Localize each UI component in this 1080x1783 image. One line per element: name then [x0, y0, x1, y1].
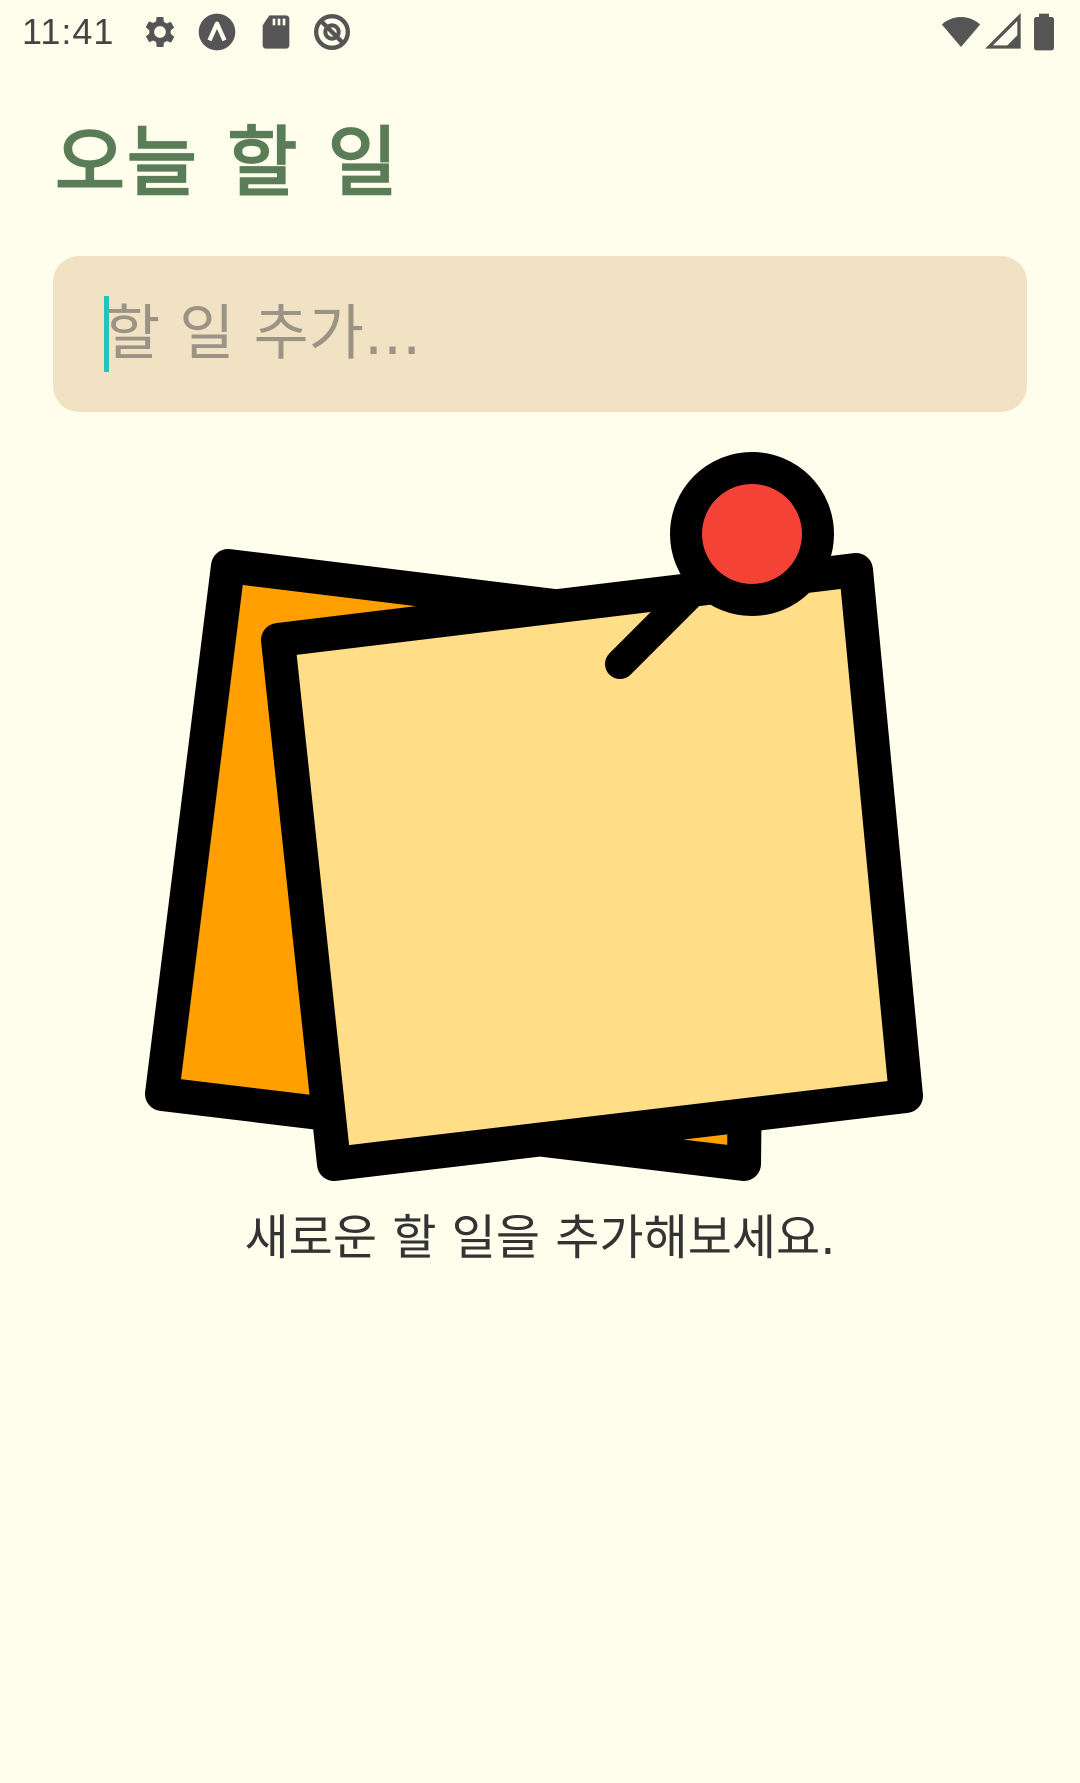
pin-head	[670, 452, 834, 616]
sticky-note-pin-icon	[145, 452, 923, 1181]
text-cursor	[104, 296, 109, 372]
a-logo-icon	[198, 13, 236, 51]
wifi-icon	[941, 17, 981, 47]
todo-input-container[interactable]	[53, 256, 1027, 412]
status-bar: 11:41	[0, 0, 1080, 64]
gear-icon	[145, 17, 175, 47]
page-title: 오늘 할 일	[55, 118, 400, 207]
todo-input[interactable]	[105, 256, 985, 412]
battery-icon	[1034, 13, 1054, 51]
status-time: 11:41	[22, 11, 115, 52]
signal-icon	[984, 12, 1021, 49]
no-sync-icon	[314, 14, 350, 50]
front-note	[261, 553, 923, 1181]
sd-card-icon	[262, 15, 290, 49]
empty-state-message: 새로운 할 일을 추가해보세요.	[244, 1210, 836, 1266]
